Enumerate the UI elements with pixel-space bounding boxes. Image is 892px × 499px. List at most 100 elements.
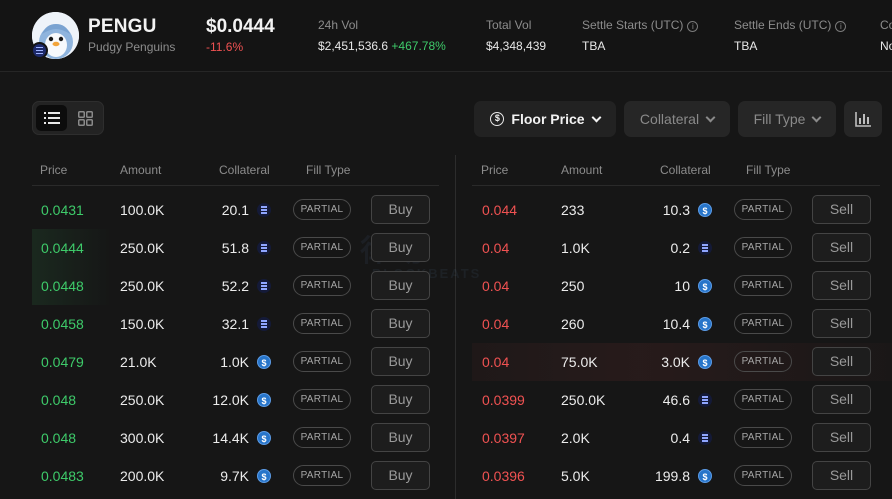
- sell-amount: 260: [561, 316, 585, 332]
- sell-button[interactable]: Sell: [812, 461, 871, 490]
- info-icon[interactable]: i: [687, 21, 699, 32]
- usdc-icon: $: [698, 355, 712, 369]
- sell-button[interactable]: Sell: [812, 233, 871, 262]
- collateral-dropdown[interactable]: Collateral: [624, 101, 730, 137]
- buy-header-amount: Amount: [120, 163, 162, 177]
- sell-price: 0.04: [482, 354, 510, 370]
- fill-type-badge: PARTIAL: [734, 237, 792, 258]
- sell-header-fill-type: Fill Type: [746, 163, 791, 177]
- fill-type-badge: PARTIAL: [734, 427, 792, 448]
- sell-price: 0.0397: [482, 430, 525, 446]
- sell-header-divider: [472, 185, 880, 186]
- fill-type-badge: PARTIAL: [734, 313, 792, 334]
- fill-type-badge: PARTIAL: [734, 465, 792, 486]
- stat-settle-starts-value: TBA: [582, 39, 606, 53]
- sell-price: 0.04: [482, 240, 510, 256]
- floor-price-label: Floor Price: [511, 111, 585, 127]
- sell-header-collateral: Collateral: [660, 163, 711, 177]
- table-row: 0.04 75.0K 3.0K $ PARTIAL Sell: [0, 343, 892, 381]
- sell-button[interactable]: Sell: [812, 385, 871, 414]
- token-symbol: PENGU: [88, 16, 157, 37]
- floor-price-dropdown[interactable]: $ Floor Price: [474, 101, 616, 137]
- stat-total-vol-value: $4,348,439: [486, 39, 547, 53]
- dollar-coin-icon: $: [490, 112, 505, 126]
- sell-amount: 2.0K: [561, 430, 590, 446]
- usdc-icon: $: [698, 317, 712, 331]
- sell-amount: 1.0K: [561, 240, 590, 256]
- eth-icon: [698, 393, 712, 407]
- fill-type-badge: PARTIAL: [734, 351, 792, 372]
- chevron-down-icon: [811, 112, 822, 122]
- sell-collateral: 0.4: [670, 430, 690, 446]
- table-row: 0.04 250 10 $ PARTIAL Sell: [0, 267, 892, 305]
- stat-truncated-label: Co: [880, 18, 892, 32]
- sell-collateral: 0.2: [670, 240, 690, 256]
- info-icon[interactable]: i: [835, 21, 847, 32]
- sell-header-amount: Amount: [561, 163, 603, 177]
- stat-truncated-value: No: [880, 39, 892, 53]
- sell-button[interactable]: Sell: [812, 271, 871, 300]
- stat-24h-vol-value: $2,451,536.6 +467.78%: [318, 39, 446, 53]
- usdc-icon: $: [698, 279, 712, 293]
- sell-collateral: 10.4: [662, 316, 690, 332]
- sell-collateral: 199.8: [654, 468, 690, 484]
- sell-amount: 250.0K: [561, 392, 606, 408]
- collateral-label: Collateral: [639, 111, 700, 127]
- sell-collateral: 10: [674, 278, 690, 294]
- token-price: $0.0444: [206, 16, 275, 37]
- stat-total-vol-label: Total Vol: [486, 18, 532, 32]
- table-row: 0.0397 2.0K 0.4 PARTIAL Sell: [0, 419, 892, 457]
- sell-button[interactable]: Sell: [812, 195, 871, 224]
- stat-settle-starts-label: Settle Starts (UTC) i: [582, 18, 699, 32]
- sell-amount: 250: [561, 278, 585, 294]
- list-icon: [43, 112, 60, 124]
- buy-header-fill-type: Fill Type: [306, 163, 351, 177]
- stat-settle-ends-text: Settle Ends (UTC): [734, 18, 832, 32]
- grid-view-button[interactable]: [70, 105, 101, 131]
- table-row: 0.0399 250.0K 46.6 PARTIAL Sell: [0, 381, 892, 419]
- chain-badge-icon: [31, 42, 48, 59]
- chevron-down-icon: [591, 112, 602, 122]
- sell-price: 0.044: [482, 202, 518, 218]
- sell-amount: 5.0K: [561, 468, 590, 484]
- list-view-button[interactable]: [36, 105, 67, 131]
- price-change: -11.6%: [206, 40, 244, 54]
- grid-icon: [78, 110, 93, 126]
- table-row: 0.04 1.0K 0.2 PARTIAL Sell: [0, 229, 892, 267]
- buy-header-collateral: Collateral: [219, 163, 270, 177]
- token-name: Pudgy Penguins: [88, 40, 176, 54]
- fill-type-badge: PARTIAL: [734, 199, 792, 220]
- eth-icon: [698, 431, 712, 445]
- stat-settle-starts-text: Settle Starts (UTC): [582, 18, 684, 32]
- sell-price: 0.04: [482, 316, 510, 332]
- chevron-down-icon: [705, 112, 716, 122]
- fill-type-dropdown[interactable]: Fill Type: [738, 101, 836, 137]
- chart-view-button[interactable]: [844, 101, 882, 137]
- sell-button[interactable]: Sell: [812, 423, 871, 452]
- sell-amount: 233: [561, 202, 585, 218]
- chart-icon: [854, 112, 871, 127]
- stat-24h-vol-amount: $2,451,536.6: [318, 39, 389, 53]
- fill-type-badge: PARTIAL: [734, 389, 792, 410]
- sell-button[interactable]: Sell: [812, 309, 871, 338]
- sell-price: 0.0399: [482, 392, 525, 408]
- stat-24h-vol-label: 24h Vol: [318, 18, 359, 32]
- sell-collateral: 10.3: [662, 202, 690, 218]
- usdc-icon: $: [698, 203, 712, 217]
- buy-header-price: Price: [40, 163, 68, 177]
- sell-price: 0.04: [482, 278, 510, 294]
- stat-settle-ends-value: TBA: [734, 39, 758, 53]
- sell-header-price: Price: [481, 163, 509, 177]
- usdc-icon: $: [698, 469, 712, 483]
- sell-collateral: 46.6: [662, 392, 690, 408]
- table-row: 0.04 260 10.4 $ PARTIAL Sell: [0, 305, 892, 343]
- fill-type-badge: PARTIAL: [734, 275, 792, 296]
- sell-collateral: 3.0K: [661, 354, 690, 370]
- buy-header-divider: [32, 185, 439, 186]
- stat-settle-ends-label: Settle Ends (UTC) i: [734, 18, 847, 32]
- sell-amount: 75.0K: [561, 354, 598, 370]
- sell-price: 0.0396: [482, 468, 525, 484]
- sell-button[interactable]: Sell: [812, 347, 871, 376]
- market-header: PENGU Pudgy Penguins $0.0444 -11.6% 24h …: [0, 0, 892, 72]
- table-row: 0.044 233 10.3 $ PARTIAL Sell: [0, 191, 892, 229]
